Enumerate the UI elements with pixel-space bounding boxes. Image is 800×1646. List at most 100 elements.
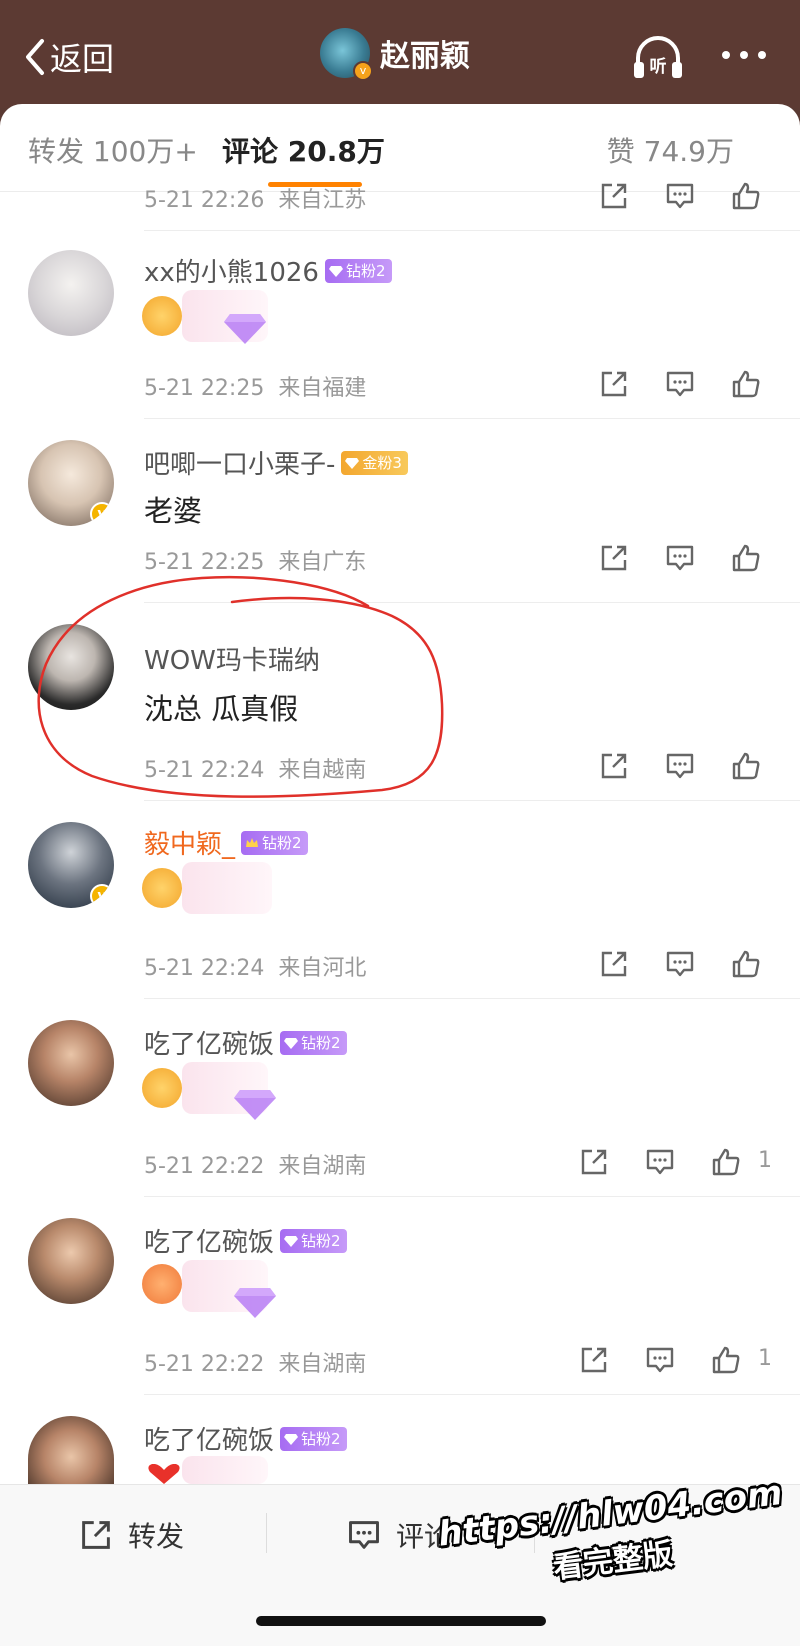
heart-icon xyxy=(148,1464,180,1484)
comment-author: 吧唧一口小栗子- 金粉3 xyxy=(144,444,408,481)
comment-meta: 5-21 22:22 来自湖南 1 xyxy=(144,1144,794,1184)
comment-text: 老婆 xyxy=(144,494,203,528)
like-icon[interactable] xyxy=(710,1344,742,1376)
diamond-sticker-icon xyxy=(234,1090,276,1120)
comment-author: xx的小熊1026 钻粉2 xyxy=(144,252,392,289)
emoji-icon xyxy=(142,1068,182,1108)
share-icon xyxy=(82,1521,110,1549)
like-icon[interactable] xyxy=(730,948,762,980)
crown-icon xyxy=(246,837,259,847)
comment-icon[interactable] xyxy=(644,1344,676,1376)
comment-time: 5-21 22:26 来自江苏 xyxy=(144,188,367,213)
diamond-sticker-icon xyxy=(234,1288,276,1318)
back-button[interactable]: 返回 xyxy=(20,30,114,84)
divider xyxy=(144,230,800,231)
fan-badge: 钻粉2 xyxy=(241,830,308,855)
avatar: v xyxy=(320,28,373,81)
like-icon[interactable] xyxy=(730,750,762,782)
comment-meta: 5-21 22:26 来自江苏 xyxy=(144,178,794,218)
chevron-left-icon xyxy=(26,39,44,75)
share-icon[interactable] xyxy=(598,542,630,574)
share-icon[interactable] xyxy=(598,750,630,782)
avatar[interactable] xyxy=(28,250,114,336)
share-icon[interactable] xyxy=(578,1146,610,1178)
diamond-icon xyxy=(284,1235,299,1247)
comment-meta: 5-21 22:25 来自福建 xyxy=(144,366,794,406)
verified-badge-icon: v xyxy=(90,502,114,526)
username[interactable]: 吧唧一口小栗子- xyxy=(144,444,335,481)
avatar[interactable] xyxy=(28,1020,114,1106)
username[interactable]: 毅中颖_ xyxy=(144,824,235,861)
divider xyxy=(144,998,800,999)
avatar[interactable] xyxy=(28,1218,114,1304)
comment-icon[interactable] xyxy=(664,750,696,782)
comment-time: 5-21 22:22 来自湖南 xyxy=(144,1352,367,1377)
more-icon[interactable] xyxy=(722,40,778,70)
username[interactable]: xx的小熊1026 xyxy=(144,252,319,289)
sticker-blur xyxy=(182,1456,268,1484)
gem-icon xyxy=(345,457,360,469)
fan-badge: 钻粉2 xyxy=(280,1030,347,1055)
sticker-blur xyxy=(182,862,272,914)
comment-sheet: 转发 100万+ 评论 20.8万 赞 74.9万 xyxy=(0,104,800,1646)
fan-badge: 金粉3 xyxy=(341,450,408,475)
diamond-icon xyxy=(328,265,343,277)
comment-author: 吃了亿碗饭 钻粉2 xyxy=(144,1222,347,1259)
diamond-icon xyxy=(284,1037,299,1049)
avatar[interactable]: v xyxy=(28,440,114,526)
username[interactable]: 吃了亿碗饭 xyxy=(144,1222,274,1259)
share-icon[interactable] xyxy=(598,948,630,980)
divider xyxy=(144,1394,800,1395)
verified-badge-icon: v xyxy=(90,884,114,908)
repost-button[interactable]: 转发 xyxy=(78,1515,184,1555)
fan-badge: 钻粉2 xyxy=(280,1228,347,1253)
home-indicator xyxy=(256,1616,546,1626)
comment-meta: 5-21 22:24 来自河北 xyxy=(144,946,794,986)
like-icon[interactable] xyxy=(730,180,762,212)
like-count: 1 xyxy=(758,1346,772,1371)
repost-label: 转发 xyxy=(128,1520,185,1553)
emoji-icon xyxy=(142,1264,182,1304)
tab-comments[interactable]: 评论 20.8万 xyxy=(222,130,385,170)
share-icon[interactable] xyxy=(578,1344,610,1376)
share-icon[interactable] xyxy=(598,368,630,400)
comment-author: 吃了亿碗饭 钻粉2 xyxy=(144,1024,347,1061)
avatar[interactable]: v xyxy=(28,822,114,908)
verified-badge-icon: v xyxy=(353,61,373,81)
page-title: 赵丽颖 xyxy=(380,39,470,74)
emoji-icon xyxy=(142,868,182,908)
title-wrap[interactable]: v 赵丽颖 xyxy=(320,28,470,81)
divider xyxy=(144,1196,800,1197)
fan-badge: 钻粉2 xyxy=(324,258,392,283)
comment-icon xyxy=(349,1521,379,1549)
diamond-sticker-icon xyxy=(224,314,266,344)
like-icon[interactable] xyxy=(710,1146,742,1178)
like-icon[interactable] xyxy=(730,542,762,574)
emoji-icon xyxy=(142,296,182,336)
comment-time: 5-21 22:24 来自河北 xyxy=(144,956,367,981)
tab-likes[interactable]: 赞 74.9万 xyxy=(607,130,734,170)
red-circle-annotation xyxy=(37,575,444,798)
comment-icon[interactable] xyxy=(664,180,696,212)
share-icon[interactable] xyxy=(598,180,630,212)
comment-author: 吃了亿碗饭 钻粉2 xyxy=(144,1420,347,1457)
username[interactable]: 吃了亿碗饭 xyxy=(144,1024,274,1061)
top-bar: 返回 v 赵丽颖 听 xyxy=(0,0,800,108)
comment-icon[interactable] xyxy=(664,948,696,980)
back-label: 返回 xyxy=(50,40,115,78)
like-icon[interactable] xyxy=(730,368,762,400)
comment-author: 毅中颖_ 钻粉2 xyxy=(144,824,308,861)
separator xyxy=(266,1513,267,1553)
like-count: 1 xyxy=(758,1148,772,1173)
fan-badge: 钻粉2 xyxy=(280,1426,347,1451)
tab-repost[interactable]: 转发 100万+ xyxy=(28,130,198,170)
listen-icon[interactable]: 听 xyxy=(630,32,686,84)
comment-icon[interactable] xyxy=(664,368,696,400)
comment-icon[interactable] xyxy=(644,1146,676,1178)
listen-label: 听 xyxy=(650,56,667,77)
username[interactable]: 吃了亿碗饭 xyxy=(144,1420,274,1457)
diamond-icon xyxy=(284,1433,299,1445)
comment-time: 5-21 22:22 来自湖南 xyxy=(144,1154,367,1179)
comment-icon[interactable] xyxy=(664,542,696,574)
comment-time: 5-21 22:25 来自福建 xyxy=(144,376,367,401)
